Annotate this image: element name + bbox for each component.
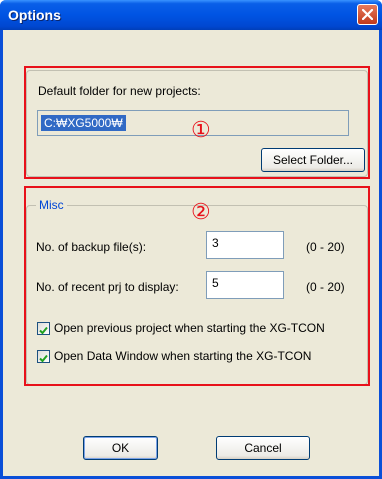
dialog-body: Default folder for new projects: C:₩XG50… <box>3 30 379 476</box>
annotation-marker-1: ① <box>191 118 211 143</box>
annotation-marker-2: ② <box>191 200 211 225</box>
close-button[interactable] <box>357 4 378 25</box>
close-icon <box>362 9 373 20</box>
ok-button[interactable]: OK <box>83 436 158 460</box>
title-bar[interactable]: Options <box>0 0 382 30</box>
options-dialog: Options Default folder for new projects:… <box>0 0 382 479</box>
window-title: Options <box>8 7 61 23</box>
cancel-button[interactable]: Cancel <box>216 436 310 460</box>
